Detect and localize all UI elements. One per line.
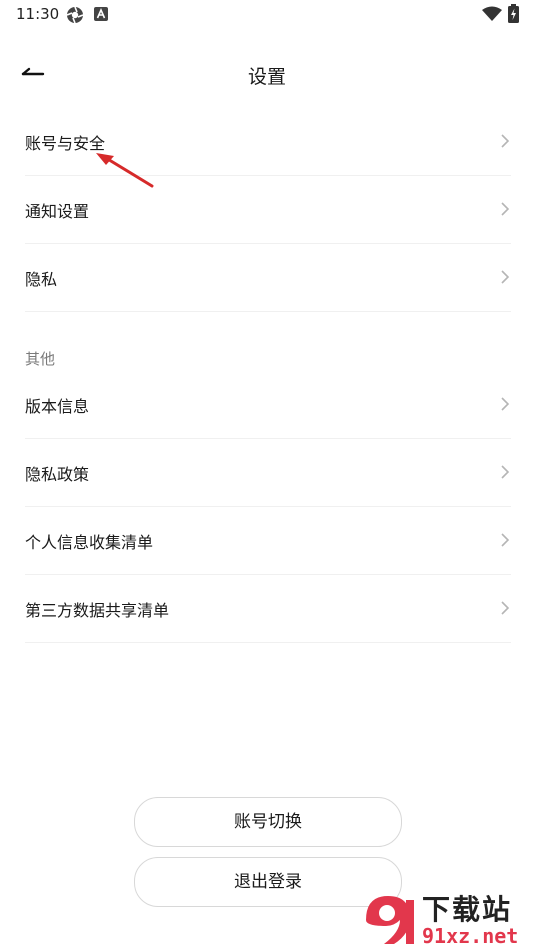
settings-item-label: 隐私政策: [25, 465, 90, 484]
settings-item-account-security[interactable]: 账号与安全: [25, 108, 511, 176]
watermark-url: 91xz.net: [422, 924, 519, 948]
settings-item-version-info[interactable]: 版本信息: [25, 371, 511, 439]
battery-charging-icon: [508, 4, 519, 23]
watermark: 下载站 91xz.net: [360, 886, 534, 950]
app-header: 设置: [0, 52, 534, 96]
chevron-right-icon: [501, 270, 510, 284]
switch-account-button[interactable]: 账号切换: [134, 797, 402, 847]
chevron-right-icon: [501, 397, 510, 411]
chevron-right-icon: [501, 134, 510, 148]
aperture-icon: [66, 6, 84, 24]
wifi-icon: [482, 6, 502, 21]
settings-item-label: 账号与安全: [25, 134, 106, 153]
settings-item-label: 隐私: [25, 270, 58, 289]
settings-item-privacy[interactable]: 隐私: [25, 244, 511, 312]
a-letter-icon: [94, 7, 108, 21]
settings-item-personal-info-list[interactable]: 个人信息收集清单: [25, 507, 511, 575]
settings-item-label: 第三方数据共享清单: [25, 601, 170, 620]
status-bar: 11:30: [0, 0, 534, 28]
settings-item-third-party-sharing[interactable]: 第三方数据共享清单: [25, 575, 511, 643]
account-settings-list: 账号与安全 通知设置 隐私: [25, 108, 511, 312]
watermark-logo-icon: [366, 896, 414, 944]
settings-item-label: 个人信息收集清单: [25, 533, 154, 552]
status-time: 11:30: [16, 5, 60, 23]
page-title: 设置: [247, 66, 286, 88]
chevron-right-icon: [501, 465, 510, 479]
other-settings-list: 版本信息 隐私政策 个人信息收集清单 第三方数据共享清单: [25, 371, 511, 643]
settings-item-privacy-policy[interactable]: 隐私政策: [25, 439, 511, 507]
settings-item-notifications[interactable]: 通知设置: [25, 176, 511, 244]
settings-item-label: 通知设置: [25, 202, 90, 221]
chevron-right-icon: [501, 202, 510, 216]
settings-item-label: 版本信息: [25, 397, 90, 416]
chevron-right-icon: [501, 533, 510, 547]
section-title-other: 其他: [25, 350, 56, 368]
watermark-title: 下载站: [422, 893, 513, 926]
chevron-right-icon: [501, 601, 510, 615]
